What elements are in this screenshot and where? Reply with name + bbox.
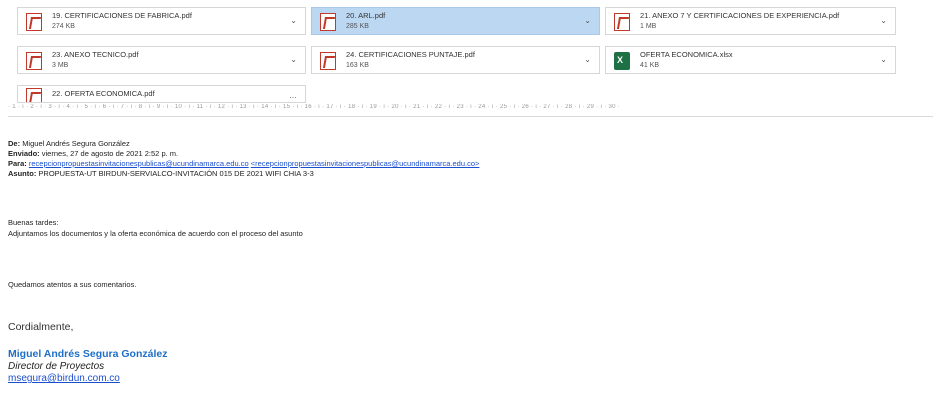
attachment-item[interactable]: 21. ANEXO 7 Y CERTIFICACIONES DE EXPERIE… — [605, 7, 896, 35]
chevron-down-icon[interactable]: ⌄ — [584, 16, 591, 25]
attachment-item[interactable]: 19. CERTIFICACIONES DE FABRICA.pdf 274 K… — [17, 7, 306, 35]
pdf-icon — [26, 88, 42, 102]
to-link-2[interactable]: <recepcionpropuestasinvitacionespublicas… — [251, 159, 480, 168]
body-line: Adjuntamos los documentos y la oferta ec… — [8, 229, 303, 238]
closing: Cordialmente, — [8, 321, 74, 333]
chevron-down-icon[interactable]: ⌄ — [880, 55, 887, 64]
attachment-size: 274 KB — [52, 23, 75, 30]
from-row: De: Miguel Andrés Segura González — [8, 139, 130, 148]
attachment-item[interactable]: X OFERTA ECONOMICA.xlsx 41 KB ⌄ — [605, 46, 896, 74]
pdf-icon — [320, 13, 336, 31]
attachment-name: 22. OFERTA ECONOMICA.pdf — [52, 89, 155, 98]
attachment-name: 19. CERTIFICACIONES DE FABRICA.pdf — [52, 11, 192, 20]
attachment-size: 41 KB — [640, 62, 660, 69]
attachment-name: 24. CERTIFICACIONES PUNTAJE.pdf — [346, 50, 475, 59]
attachment-name: OFERTA ECONOMICA.xlsx — [640, 50, 733, 59]
sent-row: Enviado: viernes, 27 de agosto de 2021 2… — [8, 149, 179, 158]
signature-name: Miguel Andrés Segura González — [8, 348, 168, 360]
attachment-item[interactable]: 24. CERTIFICACIONES PUNTAJE.pdf 163 KB ⌄ — [311, 46, 600, 74]
attachment-size: 3 MB — [52, 62, 69, 69]
signature-email-link[interactable]: msegura@birdun.com.co — [8, 373, 120, 384]
attachment-name: 21. ANEXO 7 Y CERTIFICACIONES DE EXPERIE… — [640, 11, 840, 20]
attachment-name: 23. ANEXO TECNICO.pdf — [52, 50, 139, 59]
excel-icon: X — [614, 52, 630, 70]
attachment-item[interactable]: 22. OFERTA ECONOMICA.pdf … — [17, 85, 306, 103]
signature-title: Director de Proyectos — [8, 361, 105, 372]
pdf-icon — [26, 13, 42, 31]
attachment-item[interactable]: 23. ANEXO TECNICO.pdf 3 MB ⌄ — [17, 46, 306, 74]
sent-value: viernes, 27 de agosto de 2021 2:52 p. m. — [41, 149, 179, 158]
to-link[interactable]: recepcionpropuestasinvitacionespublicas@… — [29, 159, 249, 168]
more-icon[interactable]: … — [289, 91, 297, 100]
attachment-size: 1 MB — [640, 23, 657, 30]
email-header: De: Miguel Andrés Segura González Enviad… — [8, 139, 479, 179]
chevron-down-icon[interactable]: ⌄ — [290, 16, 297, 25]
from-value: Miguel Andrés Segura González — [22, 139, 130, 148]
attachment-name: 20. ARL.pdf — [346, 11, 386, 20]
body-line: Quedamos atentos a sus comentarios. — [8, 280, 137, 289]
attachment-item-selected[interactable]: 20. ARL.pdf 285 KB ⌄ — [311, 7, 600, 35]
chevron-down-icon[interactable]: ⌄ — [880, 16, 887, 25]
chevron-down-icon[interactable]: ⌄ — [290, 55, 297, 64]
ruler: · 1 · ı · 2 · ı · 3 · ı · 4 · ı · 5 · ı … — [8, 104, 933, 117]
subject-value: PROPUESTA-UT BIRDUN-SERVIALCO-INVITACIÓN… — [38, 169, 314, 178]
attachment-size: 163 KB — [346, 62, 369, 69]
pdf-icon — [320, 52, 336, 70]
to-row: Para: recepcionpropuestasinvitacionespub… — [8, 159, 480, 168]
pdf-icon — [614, 13, 630, 31]
attachment-size: 285 KB — [346, 23, 369, 30]
greeting: Buenas tardes: — [8, 218, 59, 227]
subject-row: Asunto: PROPUESTA-UT BIRDUN-SERVIALCO-IN… — [8, 169, 314, 178]
pdf-icon — [26, 52, 42, 70]
chevron-down-icon[interactable]: ⌄ — [584, 55, 591, 64]
